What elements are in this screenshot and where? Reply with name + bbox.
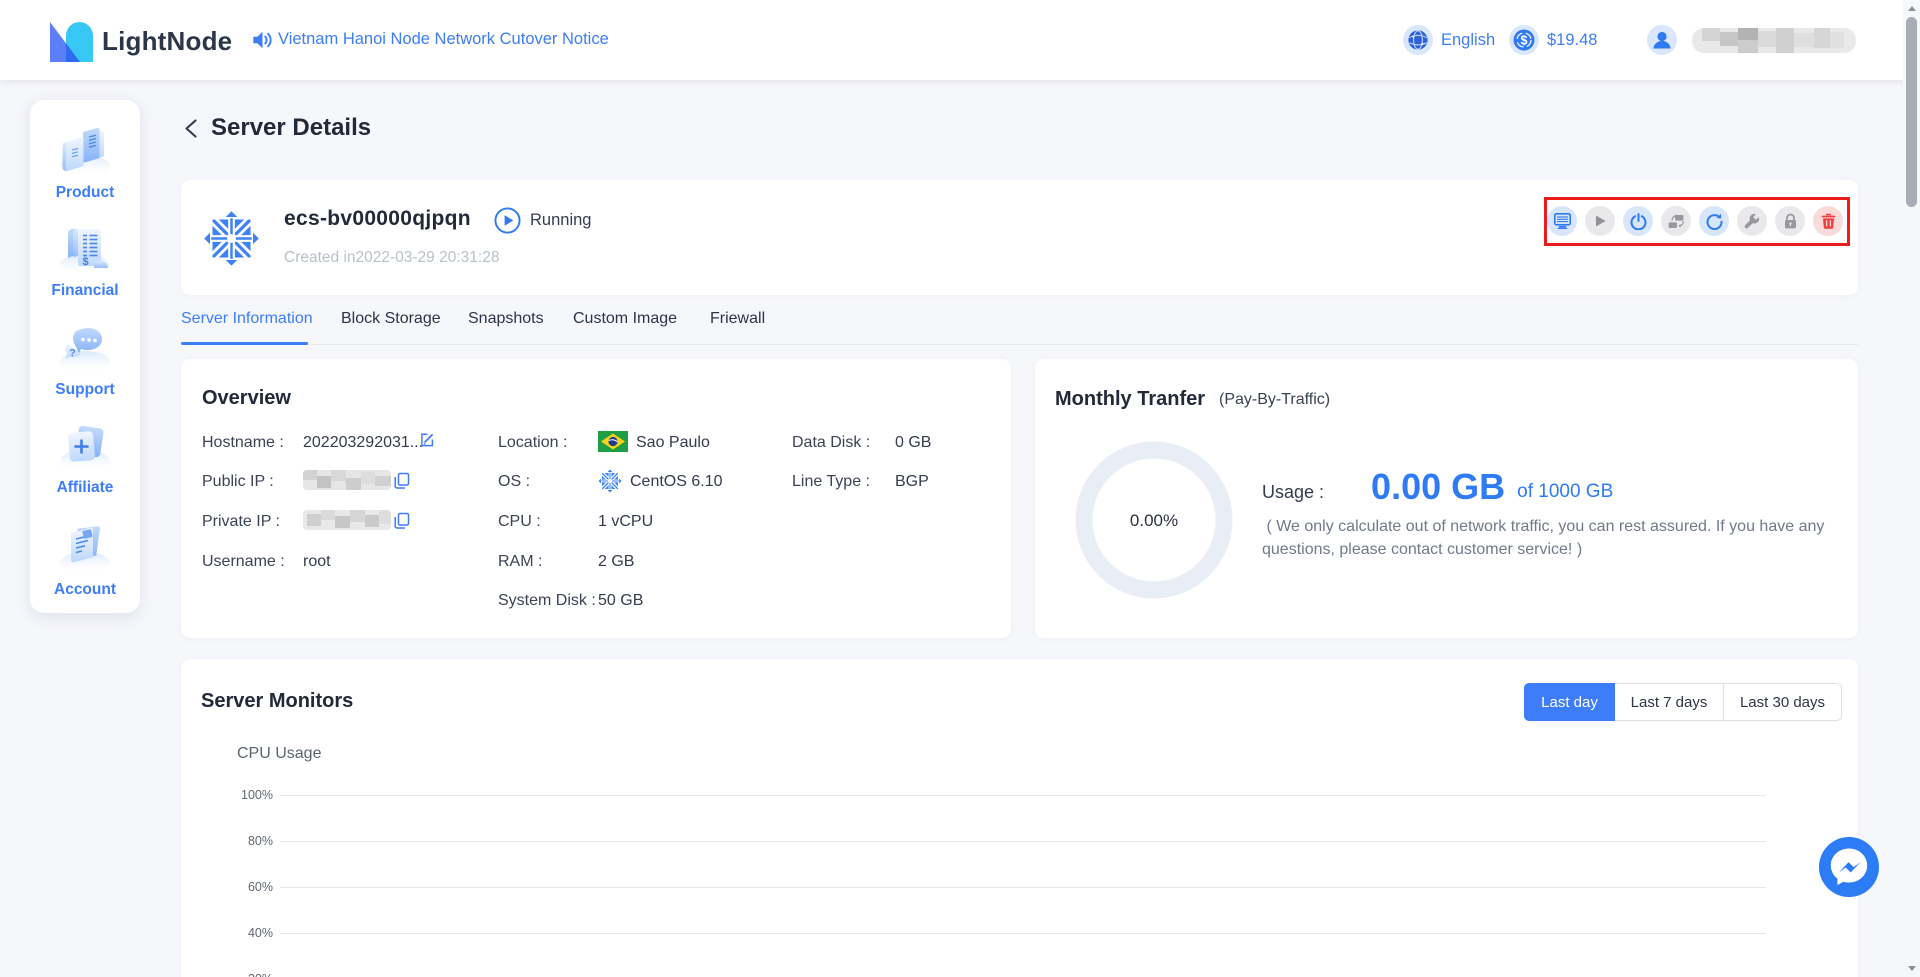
svg-text:$: $ <box>1521 34 1528 48</box>
svg-text:0.00%: 0.00% <box>1130 511 1178 530</box>
svg-text:$: $ <box>82 256 88 268</box>
svg-text:?: ? <box>69 348 76 360</box>
